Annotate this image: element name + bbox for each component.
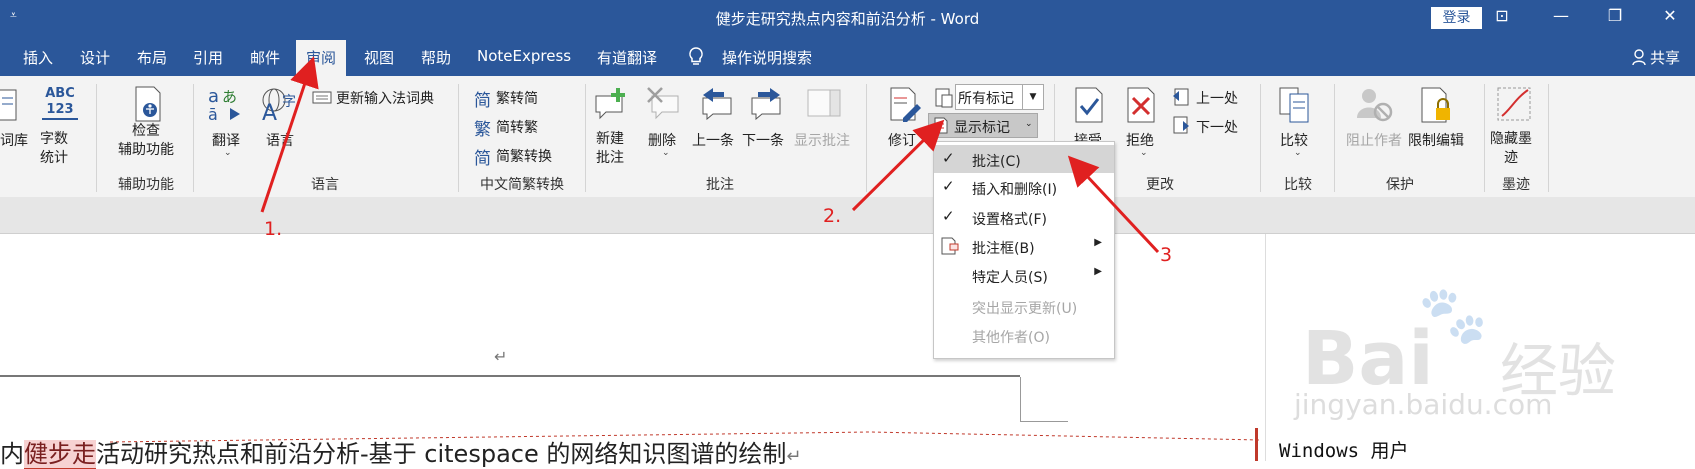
- annotation-step-3: 3: [1160, 244, 1173, 266]
- annotation-arrow-3: [1067, 155, 1160, 254]
- annotation-arrow-2: [851, 119, 945, 212]
- annotation-arrow-1: [260, 56, 319, 213]
- annotation-step-1: 1.: [264, 218, 283, 240]
- annotation-arrows: [260, 56, 1160, 254]
- annotation-step-2: 2.: [823, 205, 842, 227]
